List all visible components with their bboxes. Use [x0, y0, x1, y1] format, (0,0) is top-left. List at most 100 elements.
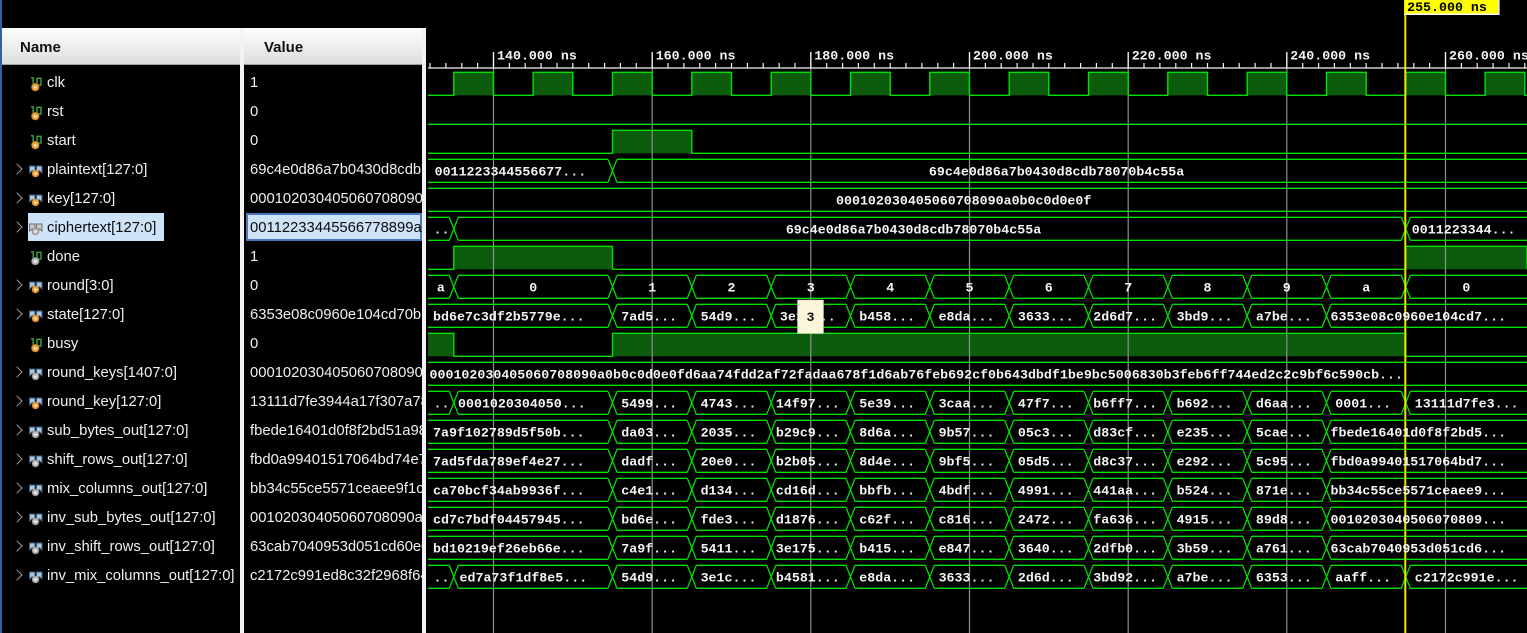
svg-text:0001020304050...: 0001020304050... [458, 396, 586, 411]
svg-text:0011223344...: 0011223344... [1412, 222, 1516, 237]
svg-text:8: 8 [1204, 280, 1212, 295]
svg-text:cd16d...: cd16d... [776, 483, 840, 498]
svg-text:c4e1...: c4e1... [621, 483, 677, 498]
svg-text:0010203040506070809...: 0010203040506070809... [1331, 512, 1507, 527]
svg-text:47f7...: 47f7... [1018, 396, 1074, 411]
svg-text:bd6e7c3df2b5779e...: bd6e7c3df2b5779e... [433, 309, 585, 324]
svg-text:d8c37...: d8c37... [1093, 454, 1157, 469]
svg-text:bbfb...: bbfb... [859, 483, 915, 498]
svg-text:d1876...: d1876... [776, 512, 840, 527]
svg-text:69c4e0d86a7b0430d8cdb78070b4c5: 69c4e0d86a7b0430d8cdb78070b4c55a [929, 164, 1184, 179]
svg-text:2035...: 2035... [701, 425, 757, 440]
svg-text:9: 9 [1283, 280, 1291, 295]
svg-text:3: 3 [807, 310, 815, 325]
svg-text:6353...: 6353... [1256, 570, 1312, 585]
svg-text:b29c9...: b29c9... [776, 425, 840, 440]
svg-text:160.000 ns: 160.000 ns [656, 49, 736, 64]
svg-text:2dfb0...: 2dfb0... [1093, 541, 1157, 556]
svg-text:b4581...: b4581... [776, 570, 840, 585]
svg-text:fbede16401d0f8f2bd5...: fbede16401d0f8f2bd5... [1331, 425, 1507, 440]
svg-text:3640...: 3640... [1018, 541, 1074, 556]
svg-text:d6aa...: d6aa... [1256, 396, 1312, 411]
svg-text:0: 0 [1462, 280, 1470, 295]
svg-text:c2172c991e...: c2172c991e... [1415, 570, 1519, 585]
svg-text:c816...: c816... [939, 512, 995, 527]
svg-text:6353e08c0960e104cd7...: 6353e08c0960e104cd7... [1331, 309, 1507, 324]
svg-text:8d6a...: 8d6a... [859, 425, 915, 440]
svg-text:a7be...: a7be... [1177, 570, 1233, 585]
svg-text:b524...: b524... [1177, 483, 1233, 498]
svg-text:b458...: b458... [859, 309, 915, 324]
svg-text:54d9...: 54d9... [621, 570, 677, 585]
svg-text:20e0...: 20e0... [701, 454, 757, 469]
svg-text:220.000 ns: 220.000 ns [1132, 49, 1212, 64]
svg-text:0: 0 [529, 280, 537, 295]
svg-text:a: a [1362, 280, 1370, 295]
svg-text:5c95...: 5c95... [1256, 454, 1312, 469]
svg-text:bb34c55ce5571ceaee9...: bb34c55ce5571ceaee9... [1331, 483, 1507, 498]
svg-text:7ad5...: 7ad5... [621, 309, 677, 324]
svg-text:3bd92...: 3bd92... [1093, 570, 1157, 585]
svg-text:da03...: da03... [621, 425, 677, 440]
svg-text:2d6d7...: 2d6d7... [1093, 309, 1157, 324]
svg-text:a: a [437, 280, 445, 295]
svg-text:..: .. [434, 222, 450, 237]
svg-text:4743...: 4743... [701, 396, 757, 411]
svg-text:e235...: e235... [1177, 425, 1233, 440]
svg-text:2d6d...: 2d6d... [1018, 570, 1074, 585]
svg-text:4bdf...: 4bdf... [939, 483, 995, 498]
svg-text:7a9f102789d5f50b...: 7a9f102789d5f50b... [433, 425, 585, 440]
svg-text:e8da...: e8da... [939, 309, 995, 324]
svg-text:b2b05...: b2b05... [776, 454, 840, 469]
svg-text:8d4e...: 8d4e... [859, 454, 915, 469]
svg-text:4: 4 [886, 280, 894, 295]
svg-text:d134...: d134... [701, 483, 757, 498]
svg-text:e8da...: e8da... [859, 570, 915, 585]
svg-text:b415...: b415... [859, 541, 915, 556]
svg-text:..: .. [434, 396, 450, 411]
svg-text:000102030405060708090a0b0c0d0e: 000102030405060708090a0b0c0d0e0f [836, 193, 1091, 208]
svg-text:e847...: e847... [939, 541, 995, 556]
svg-text:3633...: 3633... [939, 570, 995, 585]
svg-text:aaff...: aaff... [1335, 570, 1391, 585]
svg-text:9bf5...: 9bf5... [939, 454, 995, 469]
svg-text:5411...: 5411... [701, 541, 757, 556]
svg-text:3bd9...: 3bd9... [1177, 309, 1233, 324]
svg-text:3e1c...: 3e1c... [701, 570, 757, 585]
svg-text:b6ff7...: b6ff7... [1093, 396, 1157, 411]
svg-text:a761...: a761... [1256, 541, 1312, 556]
svg-text:05d5...: 05d5... [1018, 454, 1074, 469]
svg-text:13111d7fe3...: 13111d7fe3... [1415, 396, 1519, 411]
svg-text:1: 1 [648, 280, 656, 295]
svg-text:bd6e...: bd6e... [621, 512, 677, 527]
svg-text:05c3...: 05c3... [1018, 425, 1074, 440]
svg-text:dadf...: dadf... [621, 454, 677, 469]
svg-text:3caa...: 3caa... [939, 396, 995, 411]
svg-text:fbd0a99401517064bd7...: fbd0a99401517064bd7... [1331, 454, 1507, 469]
svg-text:9b57...: 9b57... [939, 425, 995, 440]
svg-text:69c4e0d86a7b0430d8cdb78070b4c5: 69c4e0d86a7b0430d8cdb78070b4c55a [786, 222, 1041, 237]
svg-text:14f97...: 14f97... [776, 396, 840, 411]
svg-text:63cab7040953d051cd6...: 63cab7040953d051cd6... [1331, 541, 1507, 556]
svg-text:180.000 ns: 180.000 ns [814, 49, 894, 64]
svg-text:4915...: 4915... [1177, 512, 1233, 527]
svg-text:d83cf...: d83cf... [1093, 425, 1157, 440]
svg-text:54d9...: 54d9... [701, 309, 757, 324]
svg-text:5e39...: 5e39... [859, 396, 915, 411]
svg-text:871e...: 871e... [1256, 483, 1312, 498]
svg-text:fa636...: fa636... [1093, 512, 1157, 527]
svg-text:ed7a73f1df8e5...: ed7a73f1df8e5... [460, 570, 588, 585]
svg-text:7a9f...: 7a9f... [621, 541, 677, 556]
svg-text:fde3...: fde3... [701, 512, 757, 527]
svg-text:5499...: 5499... [621, 396, 677, 411]
svg-text:6: 6 [1045, 280, 1053, 295]
svg-text:7ad5fda789ef4e27...: 7ad5fda789ef4e27... [433, 454, 585, 469]
svg-text:140.000 ns: 140.000 ns [497, 49, 577, 64]
svg-text:4991...: 4991... [1018, 483, 1074, 498]
svg-text:0011223344556677...: 0011223344556677... [435, 164, 587, 179]
svg-text:89d8...: 89d8... [1256, 512, 1312, 527]
svg-text:3b59...: 3b59... [1177, 541, 1233, 556]
svg-text:cd7c7bdf04457945...: cd7c7bdf04457945... [433, 512, 585, 527]
svg-text:7: 7 [1124, 280, 1132, 295]
svg-text:..: .. [434, 570, 450, 585]
